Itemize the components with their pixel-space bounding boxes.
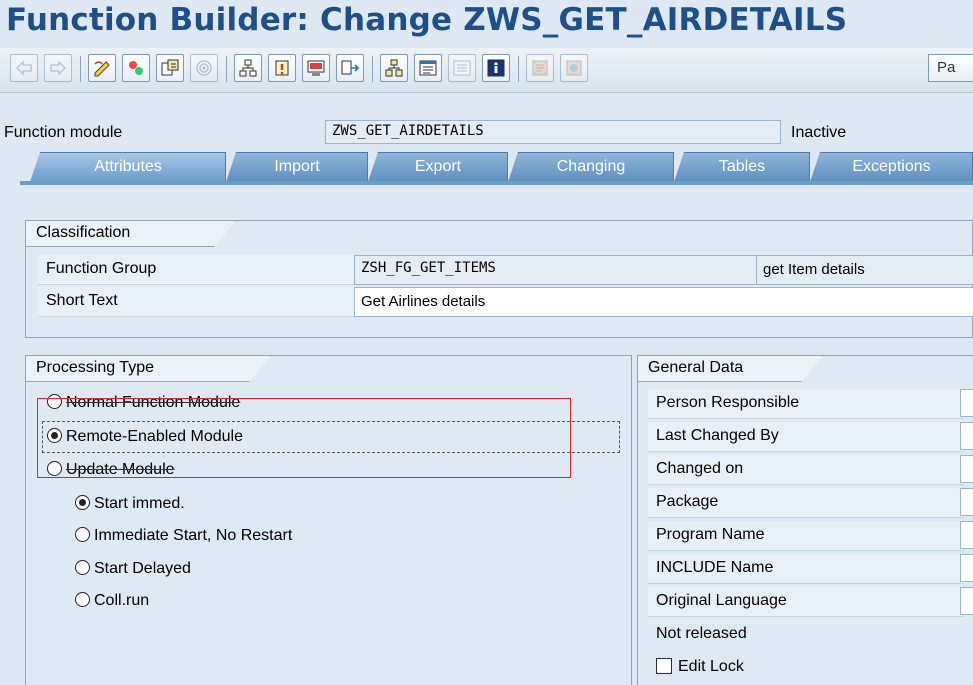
activate-icon: [275, 60, 289, 76]
short-text-field[interactable]: Get Airlines details: [354, 287, 973, 317]
toolbar-separator: [372, 56, 373, 82]
include-name-field[interactable]: [960, 554, 973, 582]
display-change-button[interactable]: [88, 54, 116, 82]
tab-exceptions[interactable]: Exceptions: [810, 152, 973, 182]
radio-button[interactable]: [75, 592, 90, 607]
pretty-printer-button[interactable]: [560, 54, 588, 82]
general-data-group: General Data Person Responsible Last Cha…: [637, 355, 973, 685]
info-button[interactable]: [482, 54, 510, 82]
toolbar-separator: [518, 56, 519, 82]
forward-button[interactable]: [44, 54, 72, 82]
toolbar-separator: [80, 56, 81, 82]
inactive-list-icon: [453, 60, 471, 76]
tab-export[interactable]: Export: [368, 152, 508, 182]
changed-on-label: Changed on: [648, 455, 964, 485]
display-object-list-icon: [385, 59, 403, 77]
pattern-text-button[interactable]: Pa: [928, 54, 973, 82]
active-inactive-icon: [129, 61, 143, 75]
radio-label: Immediate Start, No Restart: [94, 527, 293, 544]
pattern-button[interactable]: [526, 54, 554, 82]
where-used-list-icon: [341, 60, 360, 75]
tab-underline: [20, 181, 973, 185]
navigation-window-icon: [419, 60, 437, 76]
other-object-button[interactable]: [156, 54, 184, 82]
toolbar-separator: [226, 56, 227, 82]
application-toolbar: Pa: [0, 48, 973, 93]
status-text: Inactive: [791, 124, 847, 141]
highlight-box: [37, 398, 571, 478]
changed-on-field[interactable]: [960, 455, 973, 483]
person-responsible-field[interactable]: [960, 389, 973, 417]
tab-changing[interactable]: Changing: [508, 152, 674, 182]
radio-button[interactable]: [75, 560, 90, 575]
change-display-pencil-icon: [94, 61, 110, 77]
person-responsible-label: Person Responsible: [648, 389, 964, 419]
original-language-label: Original Language: [648, 587, 964, 617]
radio-label: Start Delayed: [94, 560, 191, 577]
activate-button[interactable]: [268, 54, 296, 82]
edit-lock-label: Edit Lock: [678, 658, 744, 675]
back-arrow-icon: [16, 60, 32, 76]
hierarchy-button[interactable]: [234, 54, 262, 82]
function-module-label: Function module: [4, 124, 123, 141]
not-released-text: Not released: [656, 625, 747, 642]
edit-lock-row: Edit Lock: [648, 653, 964, 683]
short-text-label: Short Text: [38, 287, 354, 317]
radio-button-selected[interactable]: [75, 495, 90, 510]
pretty-printer-icon: [566, 60, 582, 76]
back-button[interactable]: [10, 54, 38, 82]
test-icon: [307, 60, 325, 76]
other-object-icon: [161, 59, 179, 76]
radio-label: Coll.run: [94, 592, 150, 609]
tab-strip: Attributes Import Export Changing Tables…: [30, 152, 973, 182]
navigation-window-button[interactable]: [414, 54, 442, 82]
where-used-list-button[interactable]: [336, 54, 364, 82]
tab-import[interactable]: Import: [226, 152, 368, 182]
function-group-description: get Item details: [756, 255, 973, 285]
classification-group: Classification Function Group ZSH_FG_GET…: [25, 220, 973, 338]
classification-title: Classification: [26, 221, 236, 247]
hierarchy-icon: [239, 59, 257, 77]
radio-coll-run[interactable]: Coll.run: [75, 592, 149, 620]
edit-lock-checkbox[interactable]: [656, 658, 672, 674]
package-label: Package: [648, 488, 964, 518]
radio-label: Start immed.: [94, 495, 185, 512]
pattern-icon: [532, 60, 548, 76]
tab-tables[interactable]: Tables: [674, 152, 810, 182]
last-changed-by-field[interactable]: [960, 422, 973, 450]
info-icon: [487, 59, 505, 77]
forward-arrow-icon: [50, 60, 66, 76]
processing-type-title: Processing Type: [26, 356, 271, 382]
radio-immediate-start-no-restart[interactable]: Immediate Start, No Restart: [75, 527, 292, 555]
where-used-icon: [196, 60, 212, 76]
include-name-label: INCLUDE Name: [648, 554, 964, 584]
general-data-title: General Data: [638, 356, 823, 382]
function-group-field[interactable]: ZSH_FG_GET_ITEMS: [354, 255, 772, 285]
where-used-button[interactable]: [190, 54, 218, 82]
window-title: Function Builder: Change ZWS_GET_AIRDETA…: [6, 2, 848, 38]
last-changed-by-label: Last Changed By: [648, 422, 964, 452]
program-name-label: Program Name: [648, 521, 964, 551]
radio-button[interactable]: [75, 527, 90, 542]
object-list-button[interactable]: [380, 54, 408, 82]
tab-attributes[interactable]: Attributes: [30, 152, 226, 182]
program-name-field[interactable]: [960, 521, 973, 549]
function-module-field[interactable]: ZWS_GET_AIRDETAILS: [325, 120, 781, 144]
package-field[interactable]: [960, 488, 973, 516]
inactive-list-button[interactable]: [448, 54, 476, 82]
active-inactive-button[interactable]: [122, 54, 150, 82]
function-group-label: Function Group: [38, 255, 368, 285]
radio-start-immed[interactable]: Start immed.: [75, 495, 185, 523]
original-language-field[interactable]: [960, 587, 973, 615]
radio-start-delayed[interactable]: Start Delayed: [75, 560, 191, 588]
test-button[interactable]: [302, 54, 330, 82]
